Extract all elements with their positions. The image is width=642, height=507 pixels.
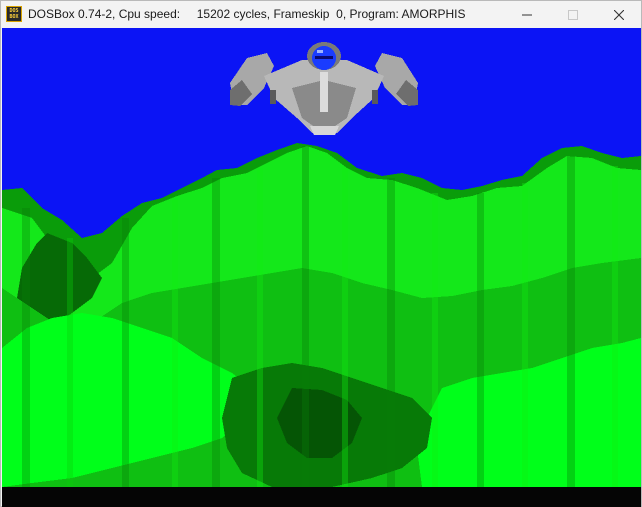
minimize-icon <box>522 14 532 15</box>
maximize-button[interactable] <box>550 1 596 28</box>
ship-cockpit-visor <box>315 56 333 59</box>
icon-text-bottom: BOX <box>9 14 19 20</box>
close-button[interactable] <box>596 1 642 28</box>
dosbox-icon[interactable]: DOS BOX <box>6 6 22 22</box>
minimize-button[interactable] <box>504 1 550 28</box>
ship-strut-left <box>270 90 276 104</box>
game-scene <box>2 28 641 487</box>
title-bar[interactable]: DOS BOX DOSBox 0.74-2, Cpu speed: 15202 … <box>1 1 641 28</box>
game-screen[interactable] <box>2 28 641 487</box>
ship-cockpit-glint <box>317 50 323 53</box>
ship-nose <box>310 126 339 135</box>
close-icon <box>614 9 624 20</box>
maximize-icon <box>568 9 578 20</box>
ship-strut-right <box>372 90 378 104</box>
ship-center-pillar <box>320 72 328 112</box>
window-title: DOSBox 0.74-2, Cpu speed: 15202 cycles, … <box>28 7 466 21</box>
dos-bottom-border <box>2 487 641 507</box>
dosbox-window: DOS BOX DOSBox 0.74-2, Cpu speed: 15202 … <box>0 0 642 507</box>
